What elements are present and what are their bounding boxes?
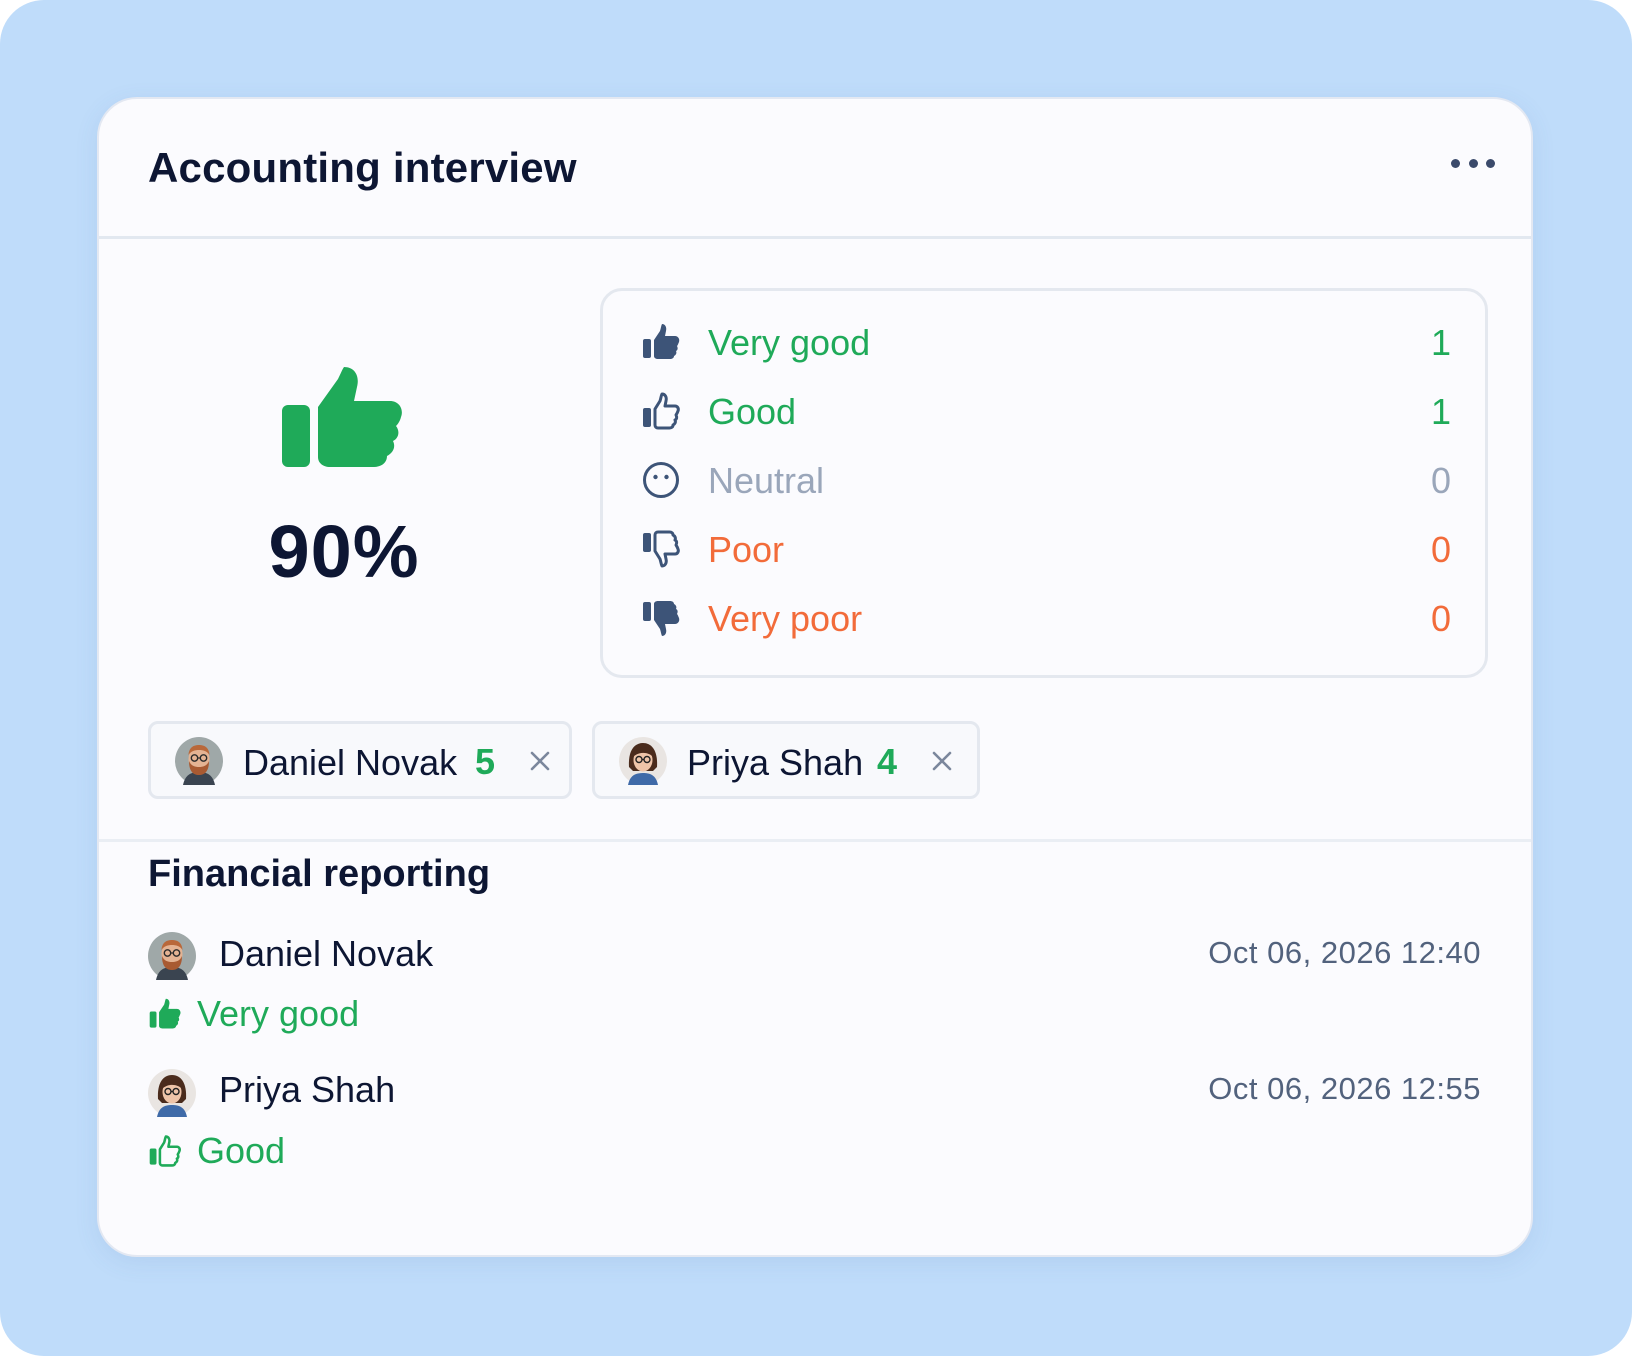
distribution-count: 0 (1430, 460, 1451, 501)
distribution-label: Good (708, 391, 797, 432)
avatar (619, 737, 667, 785)
avatar (148, 1069, 196, 1117)
distribution-count: 0 (1430, 529, 1451, 570)
section-title: Financial reporting (148, 853, 491, 895)
distribution-label: Very poor (708, 598, 863, 639)
distribution-row-very-good: Very good 1 (603, 312, 1485, 368)
distribution-label: Poor (708, 529, 785, 570)
distribution-row-neutral: Neutral 0 (603, 450, 1485, 506)
close-icon[interactable] (527, 748, 553, 774)
close-icon[interactable] (929, 748, 955, 774)
thumbs-up-filled-icon (641, 322, 681, 362)
feedback-rating: Very good (197, 993, 360, 1034)
avatar (148, 932, 196, 980)
interviewer-score: 4 (877, 741, 898, 782)
rating-distribution: Very good 1 Good 1 Neutral 0 Poor 0 Very… (600, 288, 1488, 678)
interview-card: Accounting interview 90% Very good 1 Goo… (97, 97, 1533, 1257)
distribution-label: Neutral (708, 460, 825, 501)
distribution-count: 1 (1430, 322, 1451, 363)
feedback-author: Priya Shah (219, 1069, 396, 1110)
feedback-rating: Good (197, 1130, 286, 1171)
distribution-row-very-poor: Very poor 0 (603, 588, 1485, 644)
interviewer-score: 5 (475, 741, 496, 782)
interviewer-chip-daniel-novak[interactable]: Daniel Novak 5 (148, 721, 572, 799)
thumbs-down-filled-icon (641, 598, 681, 638)
thumbs-up-outline-icon (148, 1134, 182, 1168)
more-options-icon[interactable] (1451, 151, 1495, 175)
interviewer-name: Priya Shah (687, 742, 864, 783)
avatar (175, 737, 223, 785)
interviewer-name: Daniel Novak (243, 742, 458, 783)
thumbs-up-outline-icon (641, 391, 681, 431)
distribution-count: 1 (1430, 391, 1451, 432)
card-title: Accounting interview (148, 144, 577, 191)
thumbs-down-outline-icon (641, 529, 681, 569)
distribution-row-good: Good 1 (603, 381, 1485, 437)
thumbs-up-filled-icon (148, 997, 182, 1031)
feedback-author: Daniel Novak (219, 933, 434, 974)
feedback-timestamp: Oct 06, 2026 12:55 (1208, 1071, 1481, 1106)
overall-score: 90% (268, 510, 420, 593)
card-header: Accounting interview (99, 99, 1531, 239)
distribution-row-poor: Poor 0 (603, 519, 1485, 575)
neutral-face-icon (641, 460, 681, 500)
section-divider (99, 839, 1531, 842)
thumbs-up-icon (282, 367, 402, 467)
distribution-label: Very good (708, 322, 871, 363)
interviewer-chip-priya-shah[interactable]: Priya Shah 4 (592, 721, 980, 799)
feedback-timestamp: Oct 06, 2026 12:40 (1208, 935, 1481, 970)
distribution-count: 0 (1430, 598, 1451, 639)
